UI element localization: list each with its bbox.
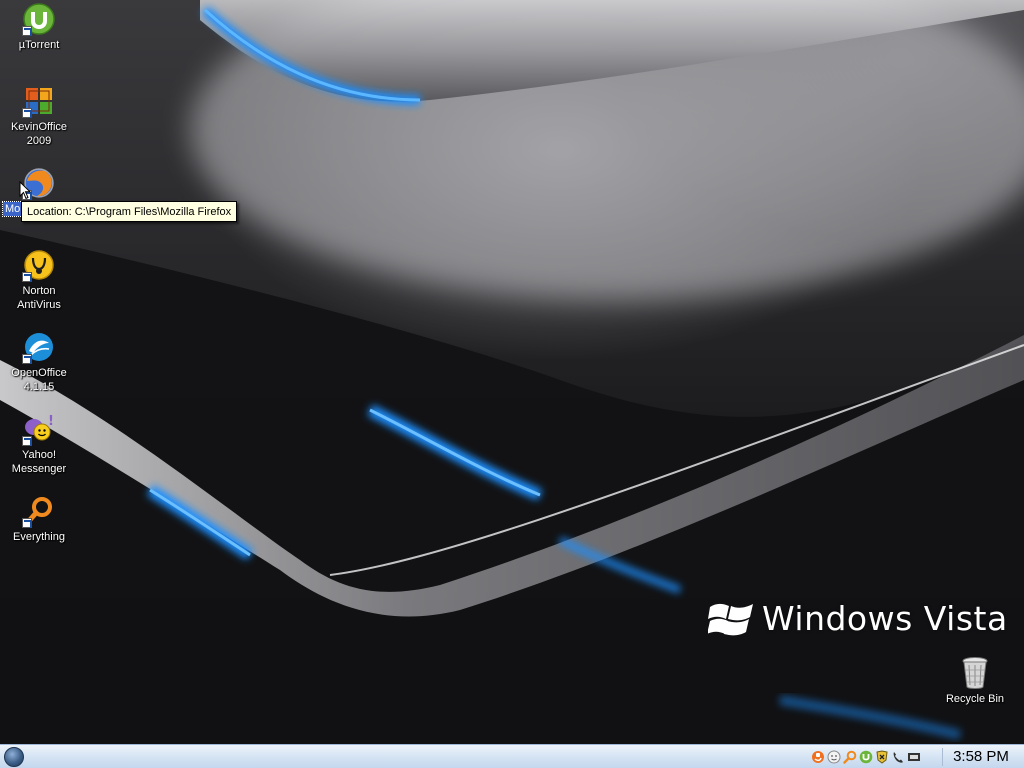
desktop-icon-label: Everything	[13, 531, 65, 543]
mouse-cursor-icon	[19, 180, 32, 203]
system-tray	[810, 747, 921, 767]
messenger-tray-icon[interactable]	[826, 750, 841, 765]
windows-vista-branding: Windows Vista	[708, 597, 1008, 639]
desktop-icon-label: Yahoo! Messenger	[11, 449, 67, 475]
openoffice-icon	[22, 330, 56, 364]
desktop-icon-kevinoffice[interactable]: KevinOffice 2009	[1, 84, 77, 148]
shortcut-arrow-icon	[22, 108, 32, 118]
security-tray-icon[interactable]	[874, 750, 889, 765]
branding-text: Windows Vista	[762, 598, 1008, 638]
phone-tray-icon[interactable]	[890, 750, 905, 765]
search-tray-icon[interactable]	[842, 750, 857, 765]
desktop-icon-label: µTorrent	[18, 39, 60, 51]
shortcut-arrow-icon	[22, 436, 32, 446]
yahoo-messenger-icon: !	[22, 412, 56, 446]
desktop-icon-utorrent[interactable]: µTorrent	[1, 2, 77, 52]
desktop-icon-label-selected: Mo	[1, 201, 24, 217]
taskbar: 3:58 PM	[0, 744, 1024, 768]
desktop-icon-yahoo-messenger[interactable]: ! Yahoo! Messenger	[1, 412, 77, 476]
windows-flag-icon	[708, 603, 753, 636]
java-icon[interactable]	[810, 750, 825, 765]
desktop-icon-label: KevinOffice 2009	[10, 121, 68, 147]
norton-icon	[22, 248, 56, 282]
desktop-icon-openoffice[interactable]: OpenOffice 4.1.15	[1, 330, 77, 394]
desktop-icon-everything[interactable]: Everything	[1, 494, 77, 544]
desktop-icon-label: Norton AntiVirus	[17, 285, 61, 311]
everything-search-icon	[22, 494, 56, 528]
display-tray-icon[interactable]	[906, 750, 921, 765]
desktop-icon-label: OpenOffice 4.1.15	[11, 367, 67, 393]
svg-text:!: !	[48, 414, 54, 429]
office-icon	[22, 84, 56, 118]
shortcut-arrow-icon	[22, 26, 32, 36]
taskbar-clock[interactable]: 3:58 PM	[946, 748, 1016, 766]
utorrent-icon	[22, 2, 56, 36]
desktop-icon-recycle-bin[interactable]: Recycle Bin	[937, 656, 1013, 706]
shortcut-arrow-icon	[22, 272, 32, 282]
tooltip: Location: C:\Program Files\Mozilla Firef…	[21, 201, 238, 222]
recycle-bin-icon	[958, 656, 992, 690]
start-button[interactable]	[4, 747, 24, 767]
shortcut-arrow-icon	[22, 518, 32, 528]
tray-separator	[942, 748, 943, 766]
desktop-icon-label: Recycle Bin	[945, 693, 1005, 705]
desktop-icon-norton[interactable]: Norton AntiVirus	[1, 248, 77, 312]
utorrent-tray-icon[interactable]	[858, 750, 873, 765]
shortcut-arrow-icon	[22, 354, 32, 364]
